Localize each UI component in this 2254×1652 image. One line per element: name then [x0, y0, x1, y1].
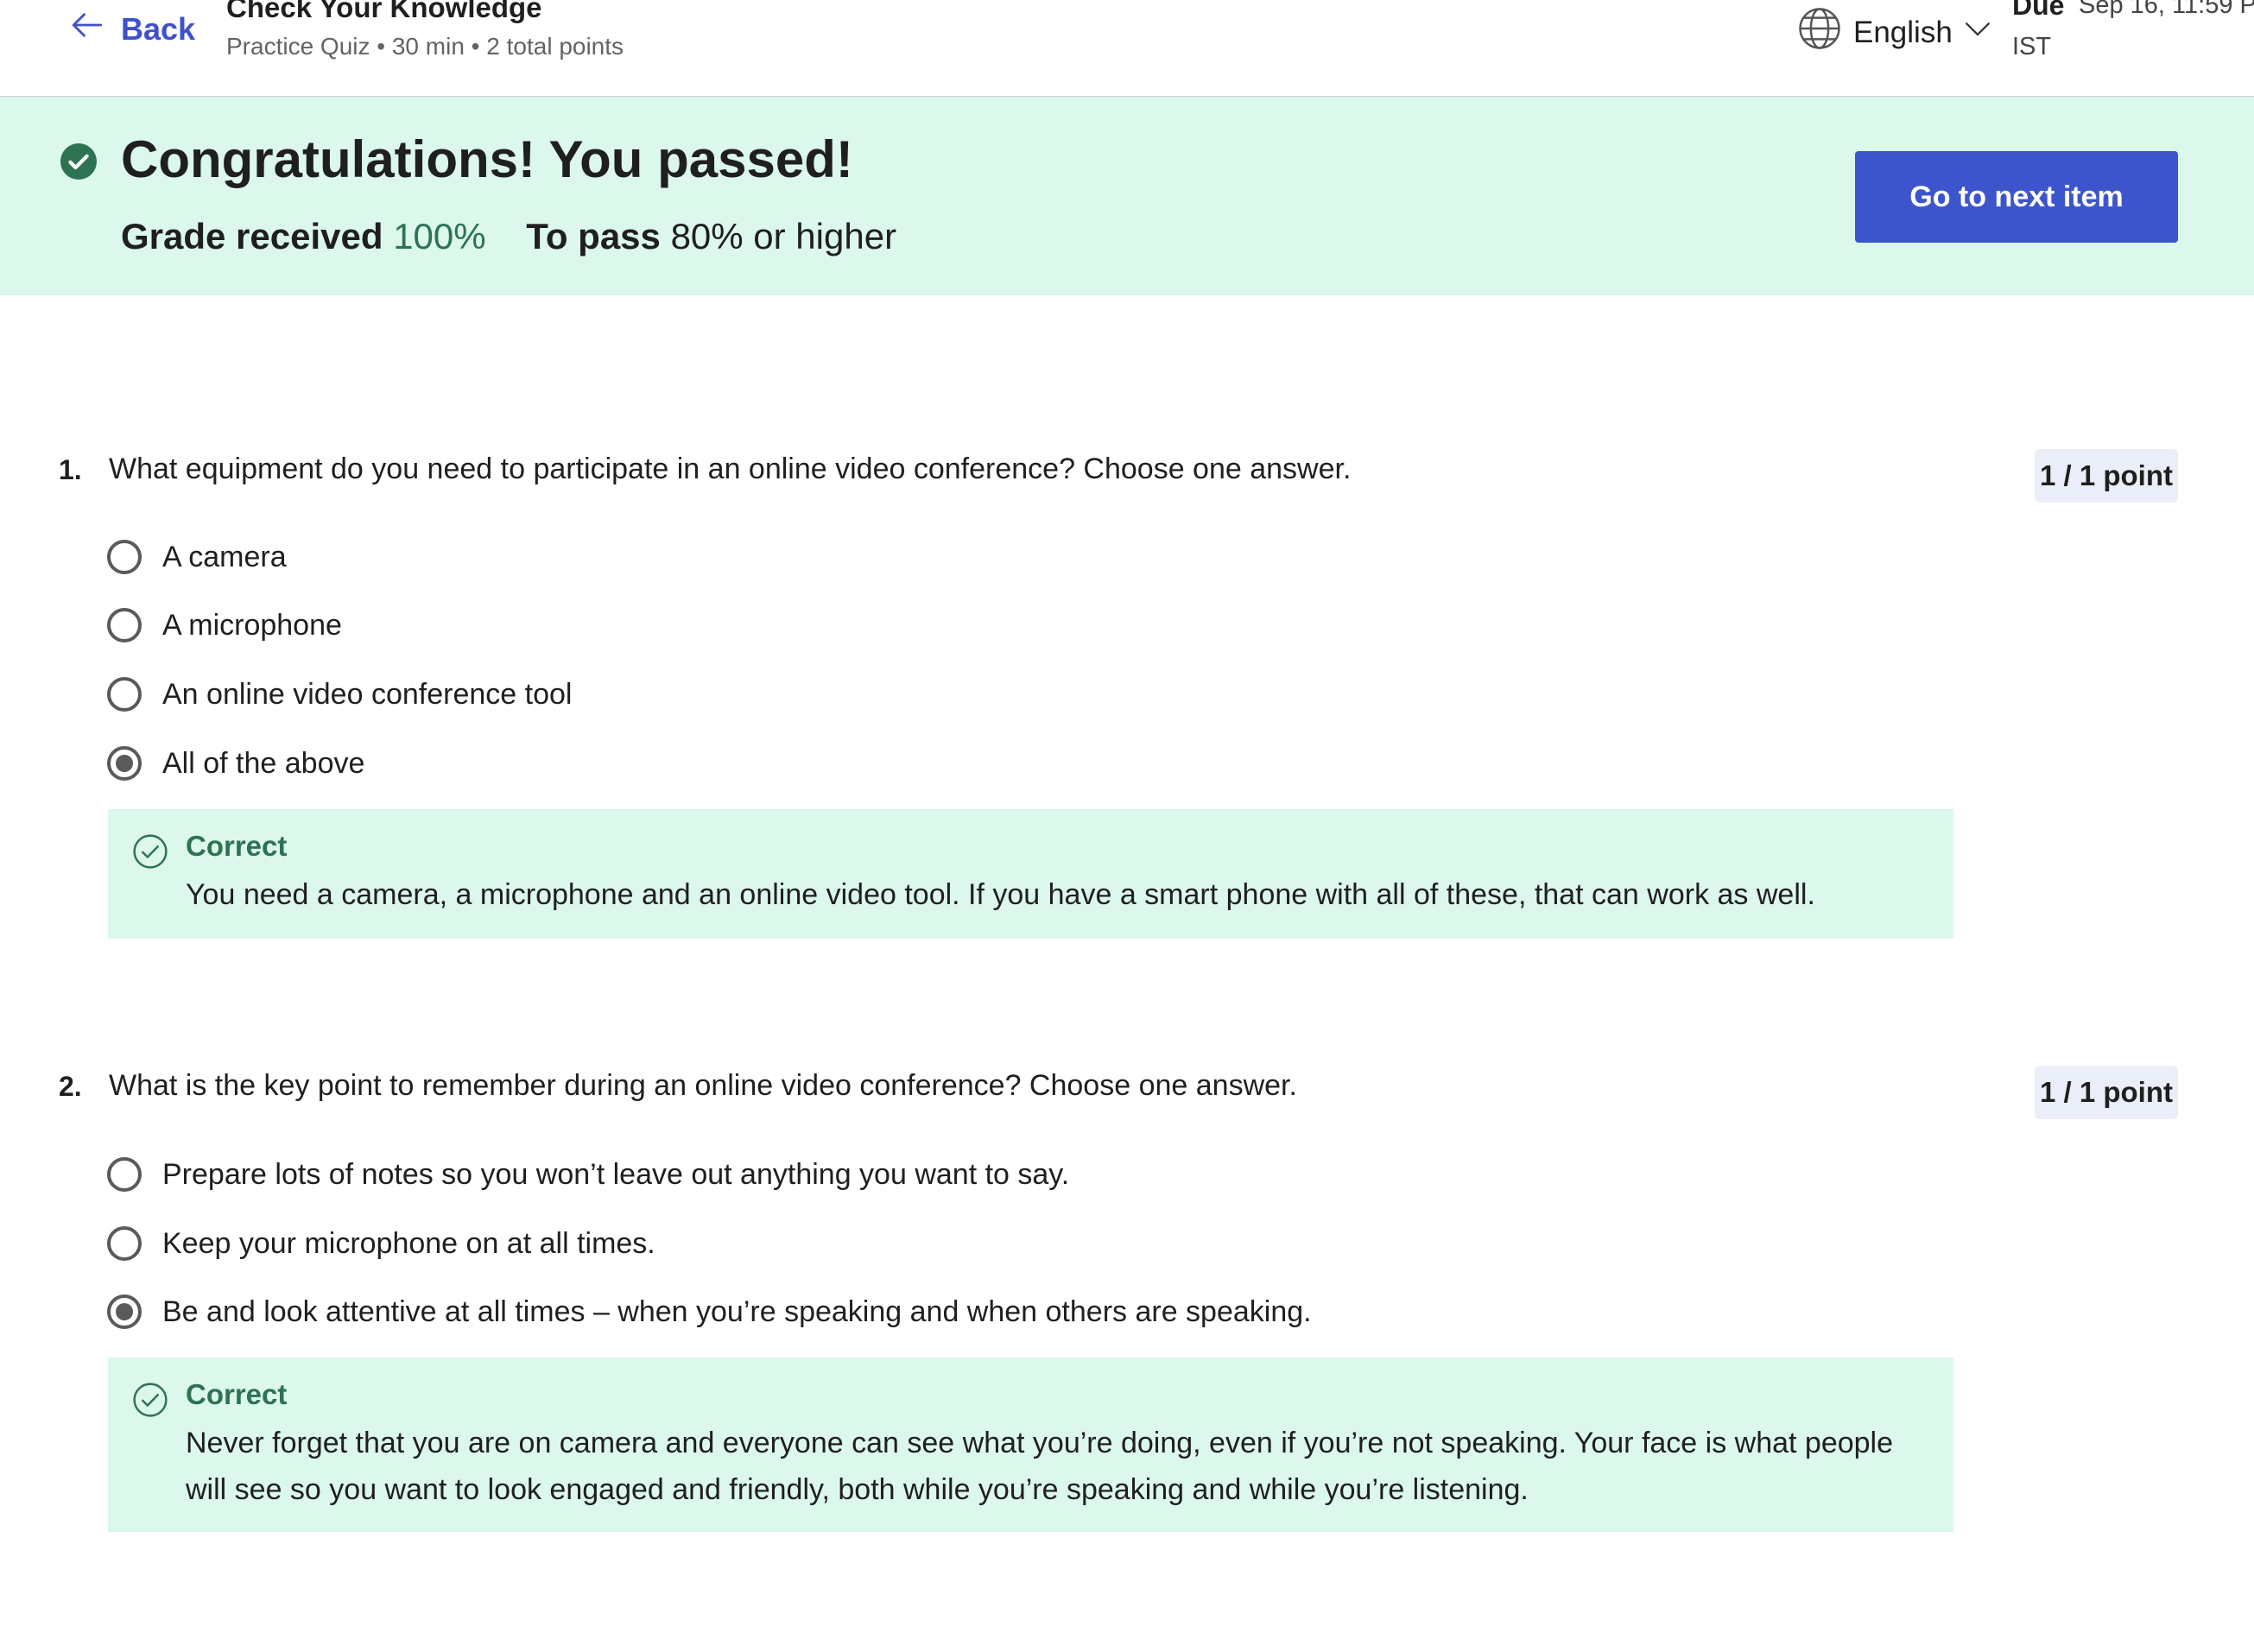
answer-option-label: A microphone	[162, 608, 342, 642]
globe-icon	[1796, 5, 1843, 60]
check-circle-outline-icon	[132, 1382, 168, 1418]
pass-label: To pass	[526, 216, 661, 256]
question-number: 2.	[59, 1071, 82, 1102]
result-title: Congratulations! You passed!	[121, 130, 853, 188]
answer-option[interactable]: A microphone	[107, 608, 342, 642]
question-text: What equipment do you need to participat…	[109, 453, 1352, 485]
answer-option-selected[interactable]: All of the above	[107, 746, 364, 781]
back-label: Back	[121, 10, 196, 47]
answer-option-label: An online video conference tool	[162, 677, 573, 711]
feedback-panel: Correct You need a camera, a microphone …	[108, 809, 1953, 939]
pass-value: 80% or higher	[670, 216, 897, 256]
radio-button[interactable]	[107, 608, 142, 642]
grade-summary: Grade received 100% To pass 80% or highe…	[121, 216, 896, 257]
due-date: Sep 16, 11:59 PM	[2079, 0, 2254, 19]
language-selector[interactable]: English	[1796, 5, 1992, 60]
radio-button-selected[interactable]	[107, 746, 142, 781]
answer-option-label: All of the above	[162, 746, 365, 780]
answer-option[interactable]: A camera	[107, 540, 287, 574]
answer-option[interactable]: An online video conference tool	[107, 677, 572, 712]
arrow-left-icon	[69, 7, 105, 51]
points-badge: 1 / 1 point	[2035, 449, 2178, 503]
language-label: English	[1853, 15, 1953, 49]
radio-button[interactable]	[107, 540, 142, 574]
radio-button[interactable]	[107, 1226, 142, 1261]
feedback-title: Correct	[186, 1378, 288, 1410]
answer-option[interactable]: Keep your microphone on at all times.	[107, 1226, 655, 1261]
next-item-button[interactable]: Go to next item	[1855, 151, 2178, 243]
due-timezone: IST	[2012, 33, 2052, 60]
due-label: Due	[2012, 0, 2065, 21]
points-badge: 1 / 1 point	[2035, 1066, 2178, 1119]
answer-option-label: Keep your microphone on at all times.	[162, 1226, 655, 1260]
answer-option-label: Be and look attentive at all times – whe…	[162, 1294, 1312, 1328]
question-text: What is the key point to remember during…	[109, 1069, 1297, 1102]
feedback-title: Correct	[186, 830, 288, 862]
quiz-meta: Practice Quiz • 30 min • 2 total points	[226, 33, 624, 60]
radio-button-selected[interactable]	[107, 1294, 142, 1329]
answer-option-label: A camera	[162, 540, 287, 573]
radio-button[interactable]	[107, 677, 142, 712]
radio-button[interactable]	[107, 1157, 142, 1192]
feedback-panel: Correct Never forget that you are on cam…	[108, 1358, 1953, 1532]
back-button[interactable]: Back	[69, 7, 195, 51]
chevron-down-icon	[1963, 14, 1992, 51]
check-circle-icon	[60, 143, 97, 180]
answer-option-selected[interactable]: Be and look attentive at all times – whe…	[107, 1294, 1312, 1329]
answer-option[interactable]: Prepare lots of notes so you won’t leave…	[107, 1157, 1069, 1192]
page-header: Back Check Your Knowledge Practice Quiz …	[0, 0, 2254, 98]
feedback-text: You need a camera, a microphone and an o…	[186, 878, 1815, 911]
answer-option-label: Prepare lots of notes so you won’t leave…	[162, 1157, 1070, 1191]
grade-value: 100%	[393, 216, 486, 256]
check-circle-outline-icon	[132, 833, 168, 870]
grade-label: Grade received	[121, 216, 383, 256]
feedback-text: Never forget that you are on camera and …	[186, 1427, 1894, 1506]
quiz-title: Check Your Knowledge	[226, 0, 542, 23]
question-number: 1.	[59, 454, 82, 485]
